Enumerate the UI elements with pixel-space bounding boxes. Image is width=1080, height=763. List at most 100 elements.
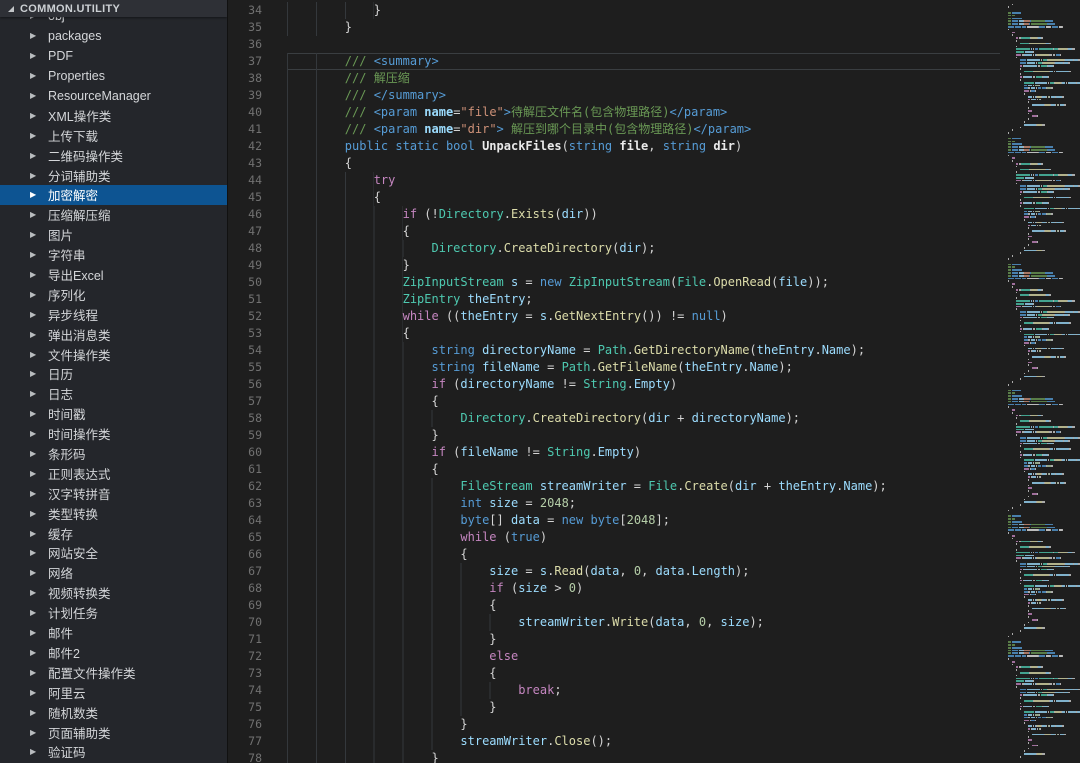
code-text[interactable]: { <box>287 393 1000 410</box>
code-text[interactable]: } <box>287 750 1000 763</box>
folder-label: 视频转换类 <box>48 583 111 602</box>
chevron-right-icon: ▶ <box>30 548 39 557</box>
code-line: 76} <box>228 716 1000 733</box>
code-text[interactable]: if (size > 0) <box>287 580 1000 597</box>
code-text[interactable]: { <box>287 189 1000 206</box>
sidebar-item-页面辅助类[interactable]: ▶页面辅助类 <box>0 722 227 742</box>
sidebar-item-配置文件操作类[interactable]: ▶配置文件操作类 <box>0 662 227 682</box>
code-text[interactable]: Directory.CreateDirectory(dir); <box>287 240 1000 257</box>
minimap[interactable] <box>1000 0 1080 763</box>
sidebar-item-弹出消息类[interactable]: ▶弹出消息类 <box>0 324 227 344</box>
line-number: 57 <box>228 393 287 410</box>
code-text[interactable]: /// <summary> <box>287 53 1000 70</box>
sidebar-item-压缩解压缩[interactable]: ▶压缩解压缩 <box>0 205 227 225</box>
sidebar-item-缓存[interactable]: ▶缓存 <box>0 523 227 543</box>
code-text[interactable]: { <box>287 155 1000 172</box>
sidebar-item-packages[interactable]: ▶packages <box>0 26 227 46</box>
code-text[interactable]: } <box>287 716 1000 733</box>
code-text[interactable]: while (true) <box>287 529 1000 546</box>
code-text[interactable]: Directory.CreateDirectory(dir + director… <box>287 410 1000 427</box>
code-text[interactable]: } <box>287 427 1000 444</box>
sidebar-item-验证码[interactable]: ▶验证码 <box>0 742 227 762</box>
code-text[interactable]: } <box>287 2 1000 19</box>
code-line: 72else <box>228 648 1000 665</box>
sidebar-item-分词辅助类[interactable]: ▶分词辅助类 <box>0 165 227 185</box>
folder-label: 分词辅助类 <box>48 166 111 185</box>
code-text[interactable]: } <box>287 257 1000 274</box>
code-line: 61{ <box>228 461 1000 478</box>
code-line: 50ZipInputStream s = new ZipInputStream(… <box>228 274 1000 291</box>
code-text[interactable]: if (fileName != String.Empty) <box>287 444 1000 461</box>
code-line: 44try <box>228 172 1000 189</box>
code-text[interactable]: /// <param name="file">待解压文件名(包含物理路径)</p… <box>287 104 1000 121</box>
code-text[interactable]: /// 解压缩 <box>287 70 1000 87</box>
code-text[interactable]: size = s.Read(data, 0, data.Length); <box>287 563 1000 580</box>
sidebar-item-网站安全[interactable]: ▶网站安全 <box>0 543 227 563</box>
chevron-right-icon: ▶ <box>30 230 39 239</box>
sidebar-item-随机数类[interactable]: ▶随机数类 <box>0 702 227 722</box>
sidebar-item-文件操作类[interactable]: ▶文件操作类 <box>0 344 227 364</box>
line-number: 40 <box>228 104 287 121</box>
code-text[interactable]: public static bool UnpackFiles(string fi… <box>287 138 1000 155</box>
code-text[interactable]: } <box>287 699 1000 716</box>
sidebar-item-异步线程[interactable]: ▶异步线程 <box>0 304 227 324</box>
code-text[interactable]: byte[] data = new byte[2048]; <box>287 512 1000 529</box>
line-number: 71 <box>228 631 287 648</box>
sidebar-item-导出Excel[interactable]: ▶导出Excel <box>0 265 227 285</box>
sidebar-item-Properties[interactable]: ▶Properties <box>0 66 227 86</box>
code-text[interactable]: try <box>287 172 1000 189</box>
code-text[interactable]: { <box>287 325 1000 342</box>
chevron-right-icon: ▶ <box>30 628 39 637</box>
code-text[interactable]: if (!Directory.Exists(dir)) <box>287 206 1000 223</box>
code-text[interactable]: break; <box>287 682 1000 699</box>
sidebar-item-时间戳[interactable]: ▶时间戳 <box>0 404 227 424</box>
code-text[interactable]: /// <param name="dir"> 解压到哪个目录中(包含物理路径)<… <box>287 121 1000 138</box>
sidebar-item-二维码操作类[interactable]: ▶二维码操作类 <box>0 145 227 165</box>
code-text[interactable]: else <box>287 648 1000 665</box>
code-text[interactable]: if (directoryName != String.Empty) <box>287 376 1000 393</box>
explorer-section-header[interactable]: COMMON.UTILITY <box>0 0 227 17</box>
code-text[interactable]: { <box>287 665 1000 682</box>
sidebar-item-序列化[interactable]: ▶序列化 <box>0 284 227 304</box>
code-text[interactable]: string fileName = Path.GetFileName(theEn… <box>287 359 1000 376</box>
sidebar-item-PDF[interactable]: ▶PDF <box>0 46 227 66</box>
sidebar-item-时间操作类[interactable]: ▶时间操作类 <box>0 424 227 444</box>
sidebar-item-邮件2[interactable]: ▶邮件2 <box>0 643 227 663</box>
code-text[interactable]: { <box>287 597 1000 614</box>
chevron-right-icon: ▶ <box>30 31 39 40</box>
sidebar-item-图片[interactable]: ▶图片 <box>0 225 227 245</box>
sidebar-item-字符串[interactable]: ▶字符串 <box>0 245 227 265</box>
code-text[interactable]: { <box>287 546 1000 563</box>
code-text[interactable]: { <box>287 223 1000 240</box>
sidebar-item-阿里云[interactable]: ▶阿里云 <box>0 682 227 702</box>
sidebar-item-XML操作类[interactable]: ▶XML操作类 <box>0 105 227 125</box>
code-text[interactable]: int size = 2048; <box>287 495 1000 512</box>
sidebar-item-视频转换类[interactable]: ▶视频转换类 <box>0 583 227 603</box>
code-text[interactable]: streamWriter.Write(data, 0, size); <box>287 614 1000 631</box>
code-text[interactable]: while ((theEntry = s.GetNextEntry()) != … <box>287 308 1000 325</box>
sidebar-item-ResourceManager[interactable]: ▶ResourceManager <box>0 86 227 106</box>
sidebar-item-条形码[interactable]: ▶条形码 <box>0 444 227 464</box>
sidebar-item-汉字转拼音[interactable]: ▶汉字转拼音 <box>0 483 227 503</box>
sidebar-item-邮件[interactable]: ▶邮件 <box>0 623 227 643</box>
sidebar-item-加密解密[interactable]: ▶加密解密 <box>0 185 227 205</box>
line-number: 35 <box>228 19 287 36</box>
code-text[interactable]: FileStream streamWriter = File.Create(di… <box>287 478 1000 495</box>
code-text[interactable]: { <box>287 461 1000 478</box>
sidebar-item-日志[interactable]: ▶日志 <box>0 384 227 404</box>
sidebar-item-网络[interactable]: ▶网络 <box>0 563 227 583</box>
sidebar-item-类型转换[interactable]: ▶类型转换 <box>0 503 227 523</box>
sidebar-item-正则表达式[interactable]: ▶正则表达式 <box>0 463 227 483</box>
code-text[interactable]: ZipEntry theEntry; <box>287 291 1000 308</box>
code-text[interactable]: ZipInputStream s = new ZipInputStream(Fi… <box>287 274 1000 291</box>
code-text[interactable]: /// </summary> <box>287 87 1000 104</box>
sidebar-item-日历[interactable]: ▶日历 <box>0 364 227 384</box>
code-text[interactable]: string directoryName = Path.GetDirectory… <box>287 342 1000 359</box>
code-text[interactable]: } <box>287 631 1000 648</box>
sidebar-item-上传下载[interactable]: ▶上传下载 <box>0 125 227 145</box>
code-text[interactable] <box>287 36 1000 53</box>
sidebar-item-计划任务[interactable]: ▶计划任务 <box>0 603 227 623</box>
code-text[interactable]: } <box>287 19 1000 36</box>
line-number: 49 <box>228 257 287 274</box>
code-text[interactable]: streamWriter.Close(); <box>287 733 1000 750</box>
